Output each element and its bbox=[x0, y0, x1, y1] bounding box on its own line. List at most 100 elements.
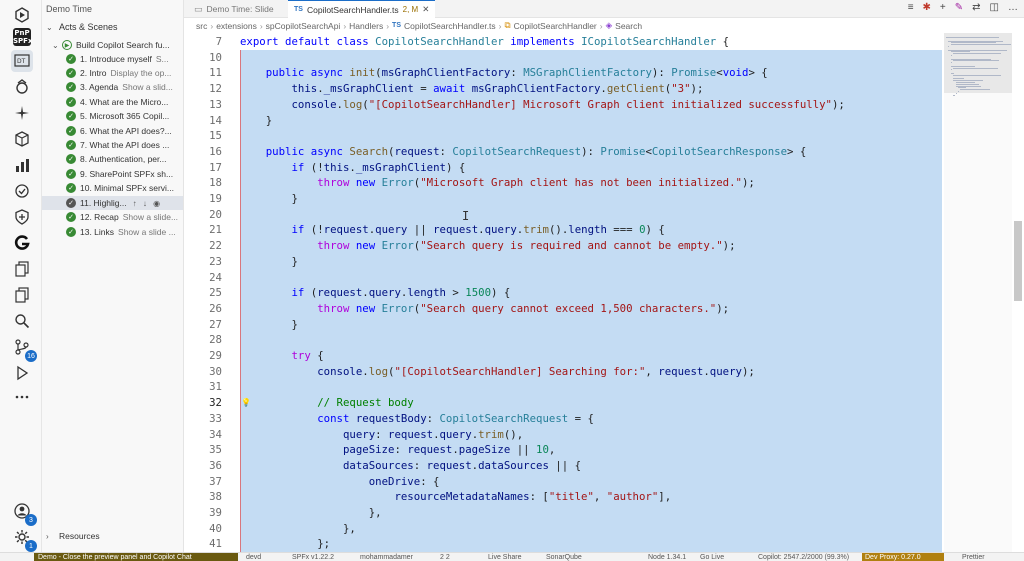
settings-gear-icon[interactable]: 1 bbox=[11, 526, 37, 552]
cube-icon[interactable] bbox=[11, 128, 33, 150]
code-line[interactable]: } bbox=[240, 113, 272, 129]
list-item[interactable]: ✓ 10. Minimal SPFx servi... bbox=[42, 181, 183, 195]
demo-group[interactable]: ⌄ ▶ Build Copilot Search fu... bbox=[42, 38, 183, 52]
code-line[interactable]: export default class CopilotSearchHandle… bbox=[240, 34, 729, 50]
line-number: 24 bbox=[209, 270, 222, 284]
code-line[interactable]: this._msGraphClient = await msGraphClien… bbox=[240, 81, 703, 97]
code-line[interactable]: throw new Error("Search query cannot exc… bbox=[240, 301, 729, 317]
list-item[interactable]: ✓ 2. Intro Display the op... bbox=[42, 66, 183, 80]
code-line[interactable]: if (!this._msGraphClient) { bbox=[240, 160, 465, 176]
status-sonarqube[interactable]: SonarQube bbox=[546, 553, 582, 561]
code-line[interactable]: query: request.query.trim(), bbox=[240, 427, 523, 443]
list-icon[interactable]: ≡ bbox=[908, 2, 914, 13]
code-line[interactable]: oneDrive: { bbox=[240, 474, 440, 490]
list-item[interactable]: ✓ 7. What the API does ... bbox=[42, 138, 183, 152]
code-line[interactable]: dataSources: request.dataSources || { bbox=[240, 458, 581, 474]
list-item[interactable]: ✓ 9. SharePoint SPFx sh... bbox=[42, 167, 183, 181]
code-line[interactable]: }, bbox=[240, 505, 382, 521]
breadcrumb-item[interactable]: CopilotSearchHandler.ts bbox=[404, 21, 496, 31]
tab-demo-time-slide[interactable]: ▭ Demo Time: Slide bbox=[188, 0, 280, 18]
pen-icon[interactable]: ✎ bbox=[955, 2, 963, 13]
resources-section[interactable]: › Resources bbox=[46, 531, 100, 541]
code-line[interactable]: pageSize: request.pageSize || 10, bbox=[240, 442, 555, 458]
code-line[interactable]: if (request.query.length > 1500) { bbox=[240, 285, 510, 301]
copy-files-icon[interactable] bbox=[11, 258, 33, 280]
code-line[interactable]: } bbox=[240, 191, 297, 207]
list-item[interactable]: ✓ 1. Introduce myself S... bbox=[42, 52, 183, 66]
code-line[interactable]: throw new Error("Search query is require… bbox=[240, 238, 735, 254]
status-spfx[interactable]: SPFx v1.22.2 bbox=[292, 553, 334, 561]
method-icon: ◈ bbox=[605, 20, 613, 30]
code-line[interactable]: console.log("[CopilotSearchHandler] Sear… bbox=[240, 364, 755, 380]
code-line[interactable]: }, bbox=[240, 521, 356, 537]
split-editor-icon[interactable]: ◫ bbox=[990, 2, 999, 13]
status-branch[interactable]: devd bbox=[246, 553, 261, 561]
search-icon[interactable] bbox=[11, 310, 33, 332]
status-copilot[interactable]: Copilot: 2547.2/2000 (99.3%) bbox=[758, 553, 849, 561]
breadcrumb-item[interactable]: CopilotSearchHandler bbox=[514, 21, 597, 31]
chart-icon[interactable] bbox=[11, 154, 33, 176]
code-line[interactable]: public async init(msGraphClientFactory: … bbox=[240, 65, 768, 81]
minimap-line bbox=[953, 60, 999, 62]
status-account[interactable]: mohammadamer bbox=[360, 553, 413, 561]
close-icon[interactable]: ✕ bbox=[422, 4, 429, 15]
source-control-icon[interactable]: 16 bbox=[11, 336, 37, 362]
extension-pack-icon[interactable] bbox=[11, 76, 33, 98]
sparkle-icon[interactable] bbox=[11, 102, 33, 124]
files-icon[interactable] bbox=[11, 284, 33, 306]
breadcrumb-item[interactable]: Handlers bbox=[349, 21, 383, 31]
list-item[interactable]: ✓ 13. Links Show a slide ... bbox=[42, 225, 183, 239]
row-actions[interactable]: ↑ ↓ ◉ bbox=[133, 199, 162, 208]
code-line[interactable]: }; bbox=[240, 536, 330, 552]
more-actions-icon[interactable]: … bbox=[1008, 2, 1018, 13]
status-remote[interactable]: Demo - Close the preview panel and Copil… bbox=[34, 553, 238, 561]
breadcrumb-item[interactable]: extensions bbox=[216, 21, 257, 31]
status-dev-proxy[interactable]: Dev Proxy: 0.27.0 bbox=[862, 553, 944, 561]
pnp-icon[interactable]: PnP SPFx bbox=[11, 26, 33, 48]
lightbulb-icon[interactable]: 💡 bbox=[241, 398, 251, 407]
status-problems[interactable]: 2 2 bbox=[440, 553, 450, 561]
code-line[interactable]: if (!request.query || request.query.trim… bbox=[240, 222, 664, 238]
run-debug-icon[interactable] bbox=[11, 362, 33, 384]
add-icon[interactable]: + bbox=[940, 2, 946, 13]
code-editor[interactable]: I 7 export default class CopilotSearchHan… bbox=[184, 33, 944, 552]
list-item[interactable]: ✓ 6. What the API does?... bbox=[42, 124, 183, 138]
demo-time-icon[interactable] bbox=[11, 4, 33, 26]
code-line[interactable]: } bbox=[240, 254, 297, 270]
status-live-share[interactable]: Live Share bbox=[488, 553, 521, 561]
code-line[interactable]: } bbox=[240, 317, 297, 333]
minimap[interactable] bbox=[944, 33, 1012, 552]
shield-plus-icon[interactable] bbox=[11, 206, 33, 228]
tab-copilot-search-handler[interactable]: TS CopilotSearchHandler.ts 2, M ✕ bbox=[288, 0, 436, 18]
compare-icon[interactable]: ⇄ bbox=[972, 2, 980, 13]
list-item[interactable]: ✓ 5. Microsoft 365 Copil... bbox=[42, 109, 183, 123]
status-go-live[interactable]: Go Live bbox=[700, 553, 724, 561]
code-line[interactable]: public async Search(request: CopilotSear… bbox=[240, 144, 807, 160]
code-line[interactable]: try { bbox=[240, 348, 323, 364]
editor-scrollbar[interactable] bbox=[1014, 33, 1022, 552]
code-line[interactable]: const requestBody: CopilotSearchRequest … bbox=[240, 411, 594, 427]
acts-scenes-header[interactable]: ⌄ Acts & Scenes bbox=[46, 22, 118, 32]
code-line[interactable]: // Request body bbox=[240, 395, 414, 411]
status-node[interactable]: Node 1.34.1 bbox=[648, 553, 686, 561]
shield-check-icon[interactable] bbox=[11, 180, 33, 202]
scroll-thumb[interactable] bbox=[1014, 221, 1022, 301]
list-item[interactable]: ✓ 12. Recap Show a slide... bbox=[42, 210, 183, 224]
g-logo-icon[interactable] bbox=[11, 232, 33, 254]
list-item[interactable]: ✓ 3. Agenda Show a slid... bbox=[42, 80, 183, 94]
breadcrumb-item[interactable]: src bbox=[196, 21, 207, 31]
breadcrumb-item[interactable]: spCopilotSearchApi bbox=[266, 21, 341, 31]
breadcrumb-item[interactable]: Search bbox=[615, 21, 642, 31]
status-prettier[interactable]: Prettier bbox=[962, 553, 985, 561]
code-line[interactable]: console.log("[CopilotSearchHandler] Micr… bbox=[240, 97, 844, 113]
more-icon[interactable] bbox=[11, 386, 33, 408]
dev-toolkit-icon[interactable]: DT bbox=[11, 50, 33, 72]
list-item[interactable]: ✓ 8. Authentication, per... bbox=[42, 152, 183, 166]
line-number: 31 bbox=[209, 380, 222, 394]
list-item[interactable]: ✓ 4. What are the Micro... bbox=[42, 95, 183, 109]
code-line[interactable]: resourceMetadataNames: ["title", "author… bbox=[240, 489, 671, 505]
debug-icon[interactable]: ✱ bbox=[923, 2, 931, 13]
code-line[interactable]: throw new Error("Microsoft Graph client … bbox=[240, 175, 755, 191]
accounts-icon[interactable]: 3 bbox=[11, 500, 37, 526]
list-item-selected[interactable]: ✓ 11. Highlig... ↑ ↓ ◉ bbox=[42, 196, 183, 210]
